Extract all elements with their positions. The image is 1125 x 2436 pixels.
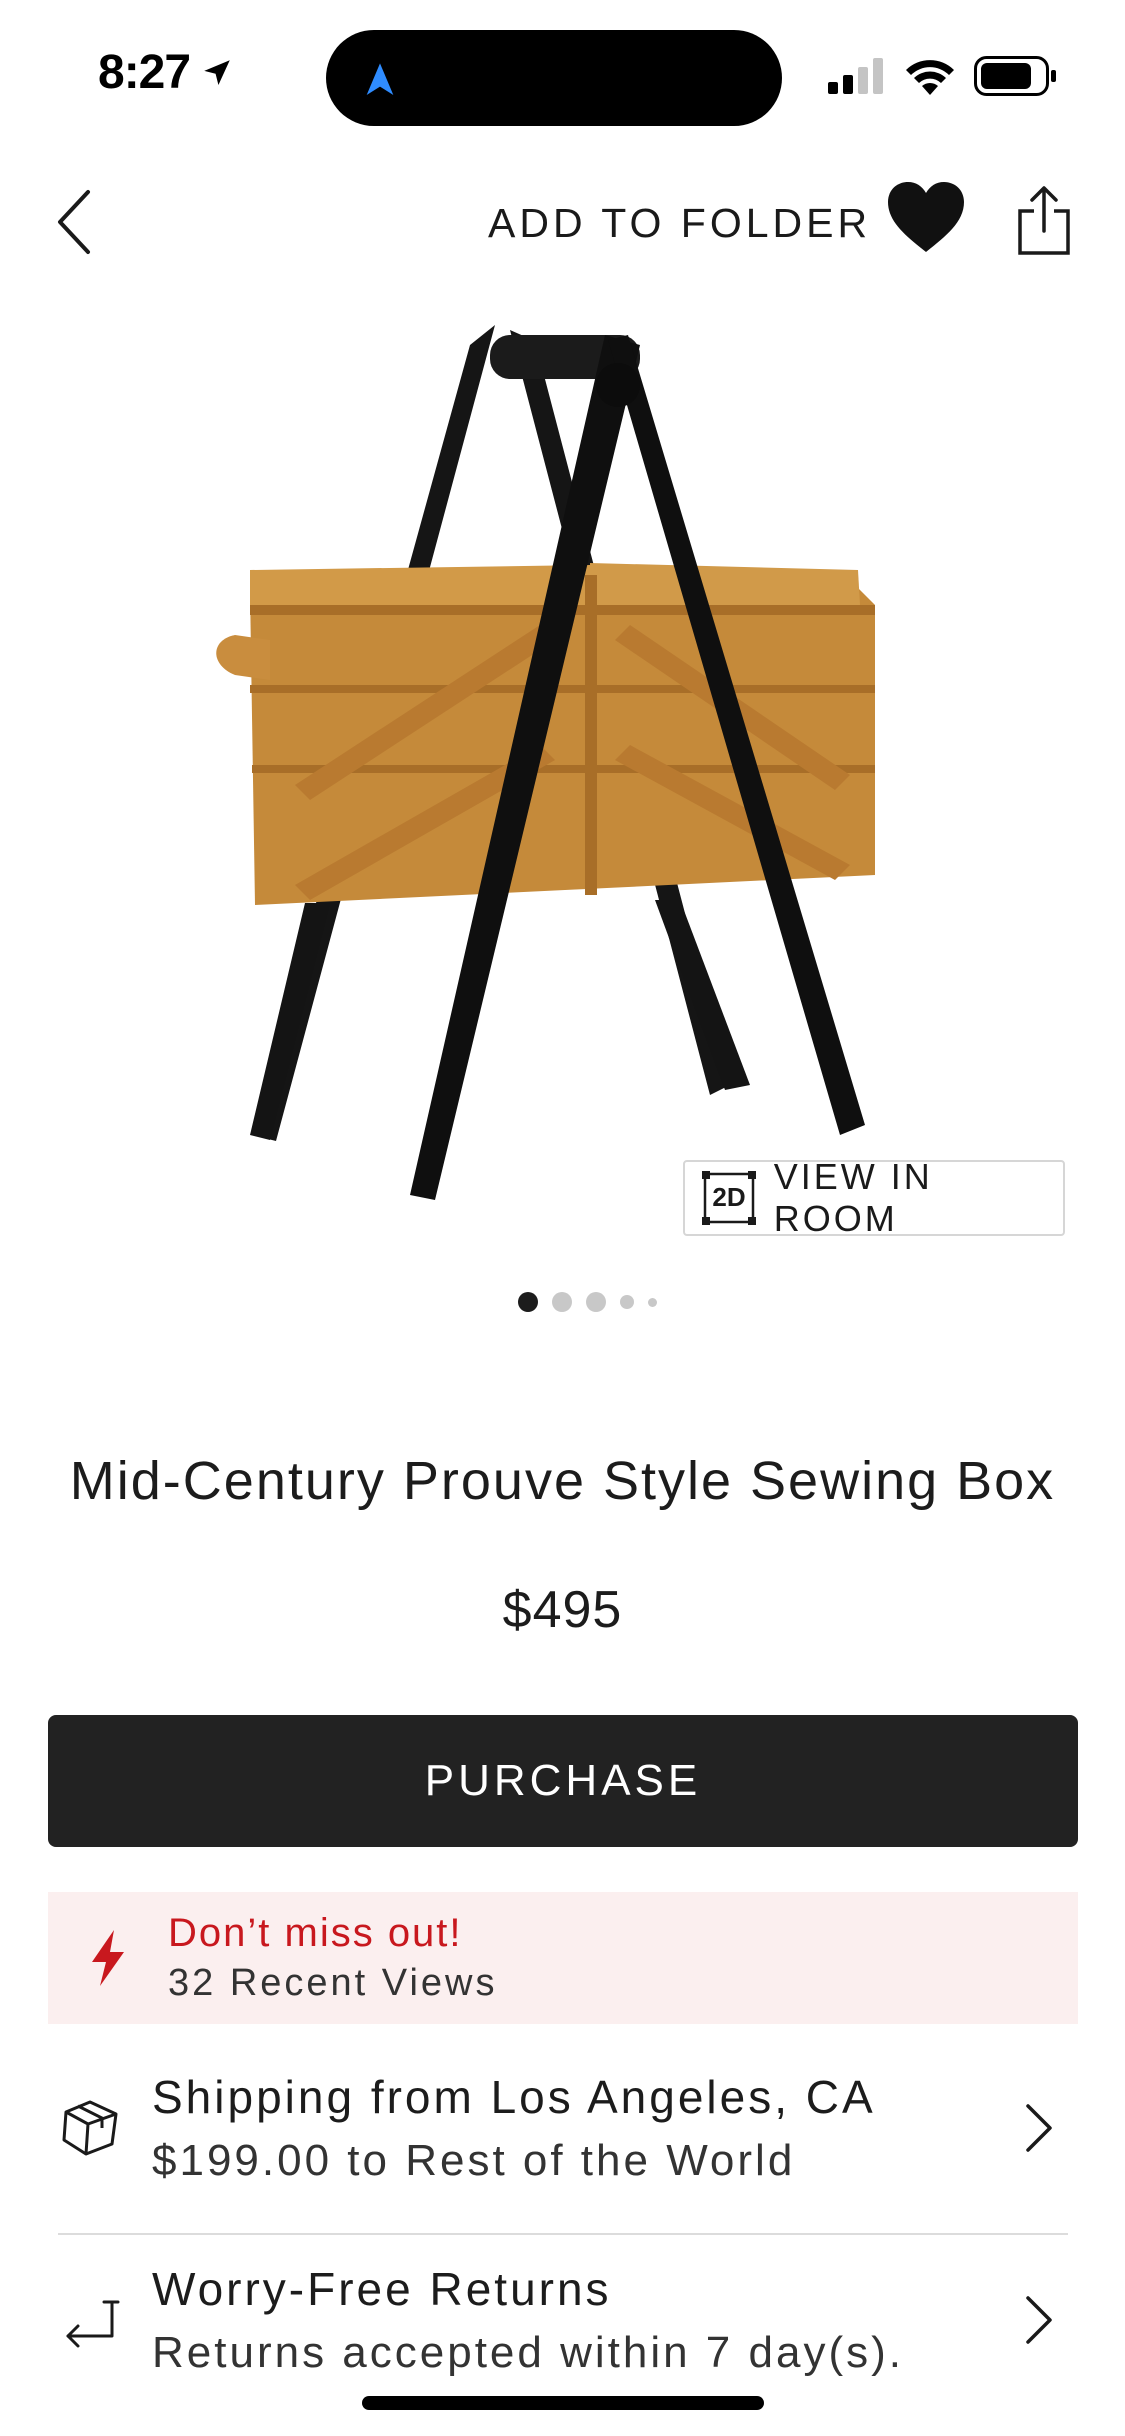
carousel-dot-5[interactable]: [648, 1297, 657, 1307]
view-in-room-badge: 2D: [712, 1182, 746, 1212]
share-icon[interactable]: [1014, 185, 1074, 257]
signal-icon: [828, 58, 883, 94]
dynamic-island: [326, 30, 782, 126]
chevron-right-icon: [1026, 2104, 1052, 2152]
home-indicator[interactable]: [362, 2396, 764, 2410]
battery-icon: [974, 56, 1056, 96]
carousel-dot-4[interactable]: [620, 1295, 634, 1309]
shipping-row[interactable]: Shipping from Los Angeles, CA $199.00 to…: [58, 2070, 1068, 2186]
heart-icon[interactable]: [886, 180, 966, 256]
row-divider: [58, 2233, 1068, 2235]
carousel-dot-2[interactable]: [552, 1292, 572, 1312]
shipping-detail: $199.00 to Rest of the World: [152, 2136, 796, 2185]
returns-row[interactable]: Worry-Free Returns Returns accepted with…: [58, 2262, 1068, 2378]
shipping-title: Shipping from Los Angeles, CA: [152, 2071, 876, 2123]
add-to-folder-button[interactable]: ADD TO FOLDER: [488, 200, 871, 247]
lightning-bolt-icon: [92, 1930, 124, 1986]
view-in-room-2d-icon: 2D: [701, 1170, 756, 1226]
carousel-dot-3[interactable]: [586, 1292, 606, 1312]
location-arrow-icon: [204, 59, 230, 85]
status-time: 8:27: [98, 45, 234, 100]
wifi-icon: [906, 60, 954, 95]
navigation-arrow-icon: [366, 63, 394, 95]
back-chevron-icon[interactable]: [50, 186, 102, 258]
status-indicators: [828, 56, 1058, 96]
returns-title: Worry-Free Returns: [152, 2263, 612, 2315]
chevron-right-icon: [1026, 2296, 1052, 2344]
product-image[interactable]: [210, 305, 910, 1245]
package-box-icon: [62, 2100, 118, 2156]
alert-headline: Don’t miss out!: [168, 1911, 463, 1955]
alert-recent-views: 32 Recent Views: [168, 1962, 498, 2004]
view-in-room-button[interactable]: 2D VIEW IN ROOM: [683, 1156, 1065, 1239]
status-time-text: 8:27: [98, 46, 191, 99]
carousel-dot-1[interactable]: [518, 1292, 538, 1312]
product-title: Mid-Century Prouve Style Sewing Box: [69, 1451, 1056, 1511]
view-in-room-label: VIEW IN ROOM: [773, 1156, 933, 1239]
carousel-pagination[interactable]: [518, 1292, 657, 1312]
product-price: $495: [502, 1581, 623, 1639]
recent-views-alert: Don’t miss out! 32 Recent Views: [48, 1892, 1078, 2024]
purchase-button[interactable]: PURCHASE: [48, 1715, 1078, 1847]
return-arrow-icon: [66, 2300, 120, 2348]
returns-detail: Returns accepted within 7 day(s).: [152, 2328, 904, 2377]
